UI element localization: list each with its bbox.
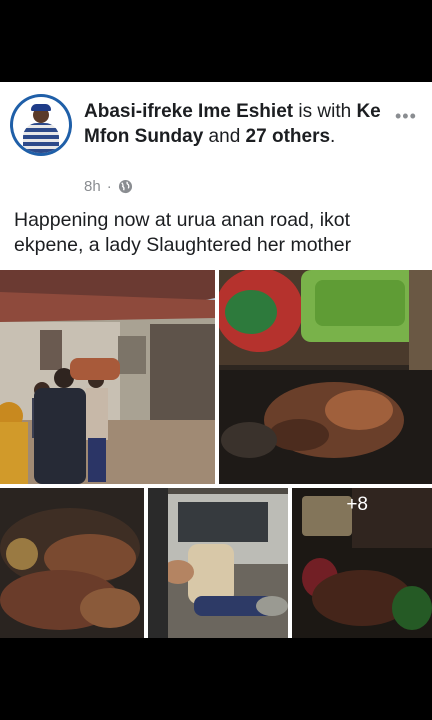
avatar-person-icon — [21, 104, 61, 153]
tagged-others[interactable]: 27 others — [246, 126, 330, 147]
more-photos-count[interactable]: +8 — [292, 488, 432, 638]
meta-separator: · — [106, 178, 112, 195]
facebook-post: Abasi-ifreke Ime Eshiet is with Ke Mfon … — [0, 82, 432, 638]
author-name[interactable]: Abasi-ifreke Ime Eshiet — [84, 101, 293, 122]
more-options-button[interactable]: ••• — [395, 106, 417, 127]
author-avatar[interactable] — [10, 94, 72, 156]
post-photo-1[interactable] — [0, 270, 215, 484]
post-time[interactable]: 8h — [84, 178, 101, 195]
post-photo-4[interactable] — [148, 488, 288, 638]
post-text: Happening now at urua anan road, ikot ek… — [14, 209, 352, 256]
post-photo-3[interactable] — [0, 488, 144, 638]
with-text: is with — [293, 101, 357, 122]
period: . — [330, 126, 336, 147]
post-meta: 8h · — [84, 178, 133, 195]
post-header: Abasi-ifreke Ime Eshiet is with Ke Mfon … — [84, 99, 384, 149]
globe-icon[interactable] — [118, 179, 133, 194]
and-text: and — [203, 126, 246, 147]
post-photo-5[interactable]: +8 — [292, 488, 432, 638]
post-photo-2[interactable] — [219, 270, 432, 484]
